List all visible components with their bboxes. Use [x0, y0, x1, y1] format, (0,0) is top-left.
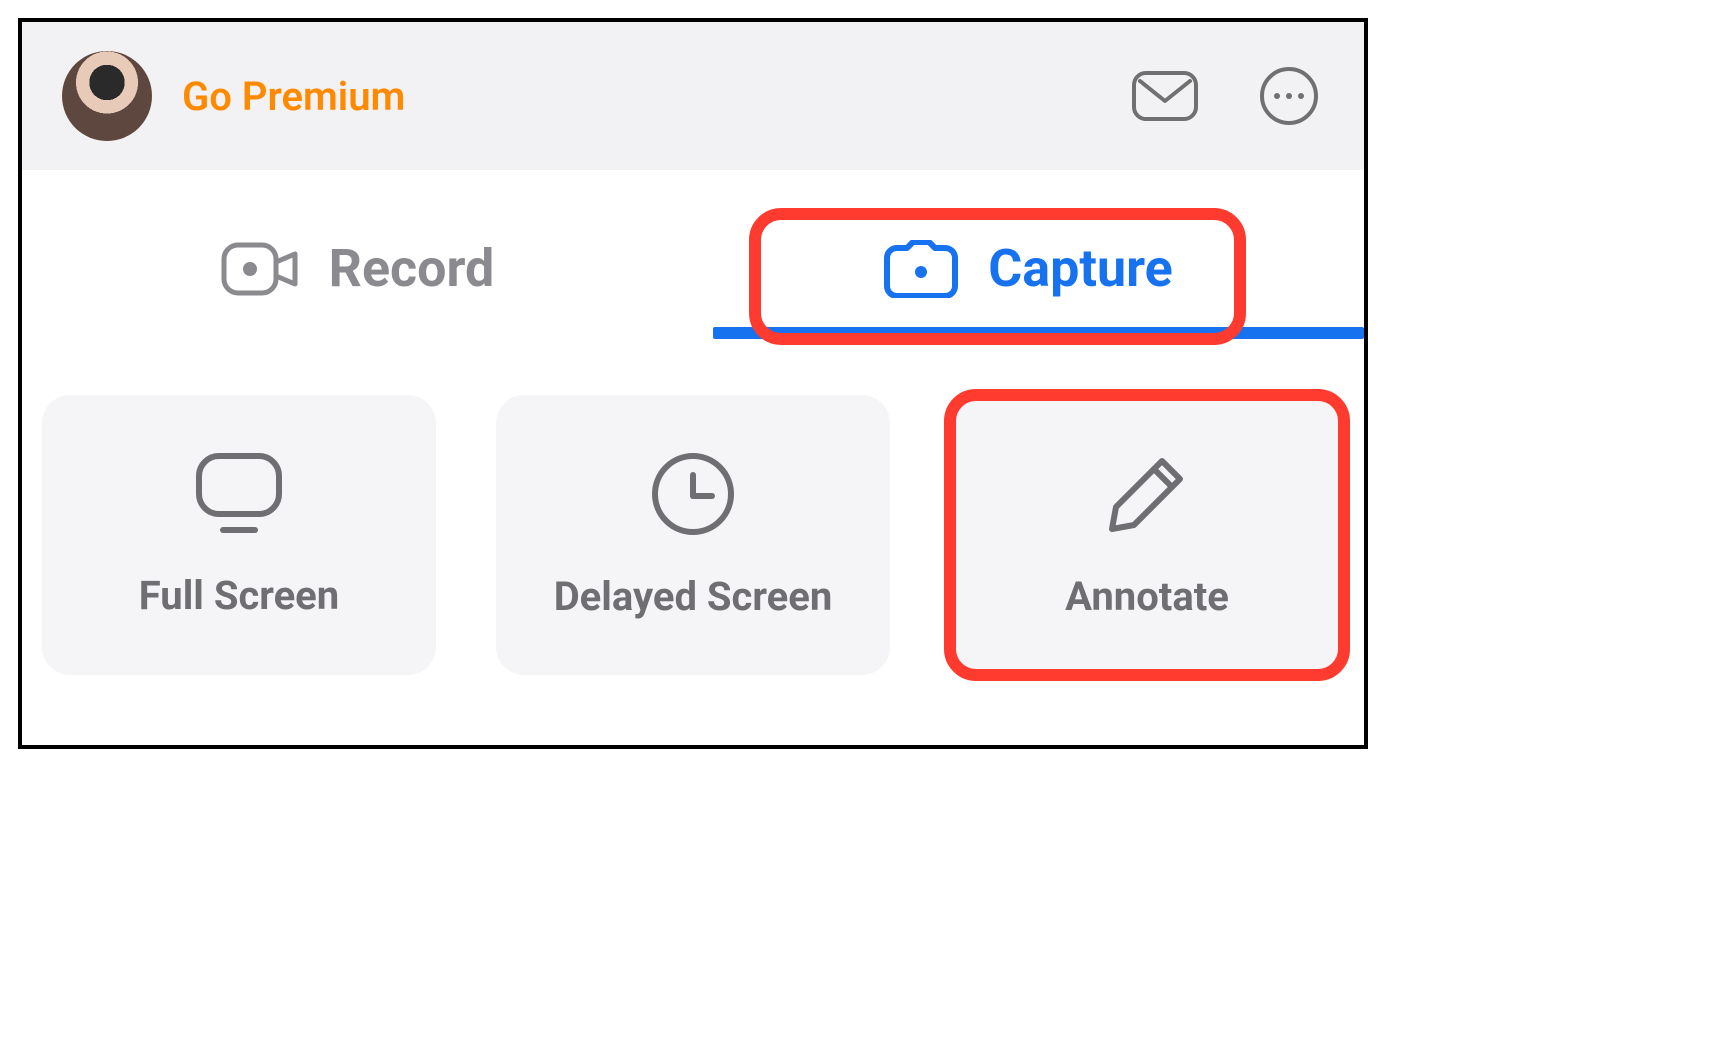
tile-annotate[interactable]: Annotate [950, 395, 1344, 675]
tile-delayed-screen[interactable]: Delayed Screen [496, 395, 890, 675]
mail-icon [1132, 71, 1198, 121]
more-icon [1259, 66, 1319, 126]
tab-capture[interactable]: Capture [693, 210, 1364, 339]
tile-full-screen[interactable]: Full Screen [42, 395, 436, 675]
app-window: Go Premium [18, 18, 1368, 749]
tile-annotate-label: Annotate [1065, 573, 1229, 620]
clock-icon [650, 451, 736, 537]
capture-tiles: Full Screen Delayed Screen Annotate [22, 339, 1364, 745]
tile-full-screen-label: Full Screen [139, 572, 339, 619]
mail-button[interactable] [1130, 61, 1200, 131]
tab-capture-label: Capture [988, 238, 1172, 299]
tabs: Record Capture [22, 210, 1364, 339]
user-avatar[interactable] [62, 51, 152, 141]
active-tab-underline [713, 327, 1364, 339]
tab-record-label: Record [329, 238, 495, 299]
tile-delayed-screen-label: Delayed Screen [554, 573, 833, 620]
go-premium-link[interactable]: Go Premium [182, 73, 405, 120]
video-camera-icon [221, 242, 299, 296]
tab-record[interactable]: Record [22, 210, 693, 339]
pencil-icon [1104, 451, 1190, 537]
more-button[interactable] [1254, 61, 1324, 131]
header: Go Premium [22, 22, 1364, 170]
camera-icon [884, 240, 958, 298]
monitor-icon [193, 452, 285, 536]
